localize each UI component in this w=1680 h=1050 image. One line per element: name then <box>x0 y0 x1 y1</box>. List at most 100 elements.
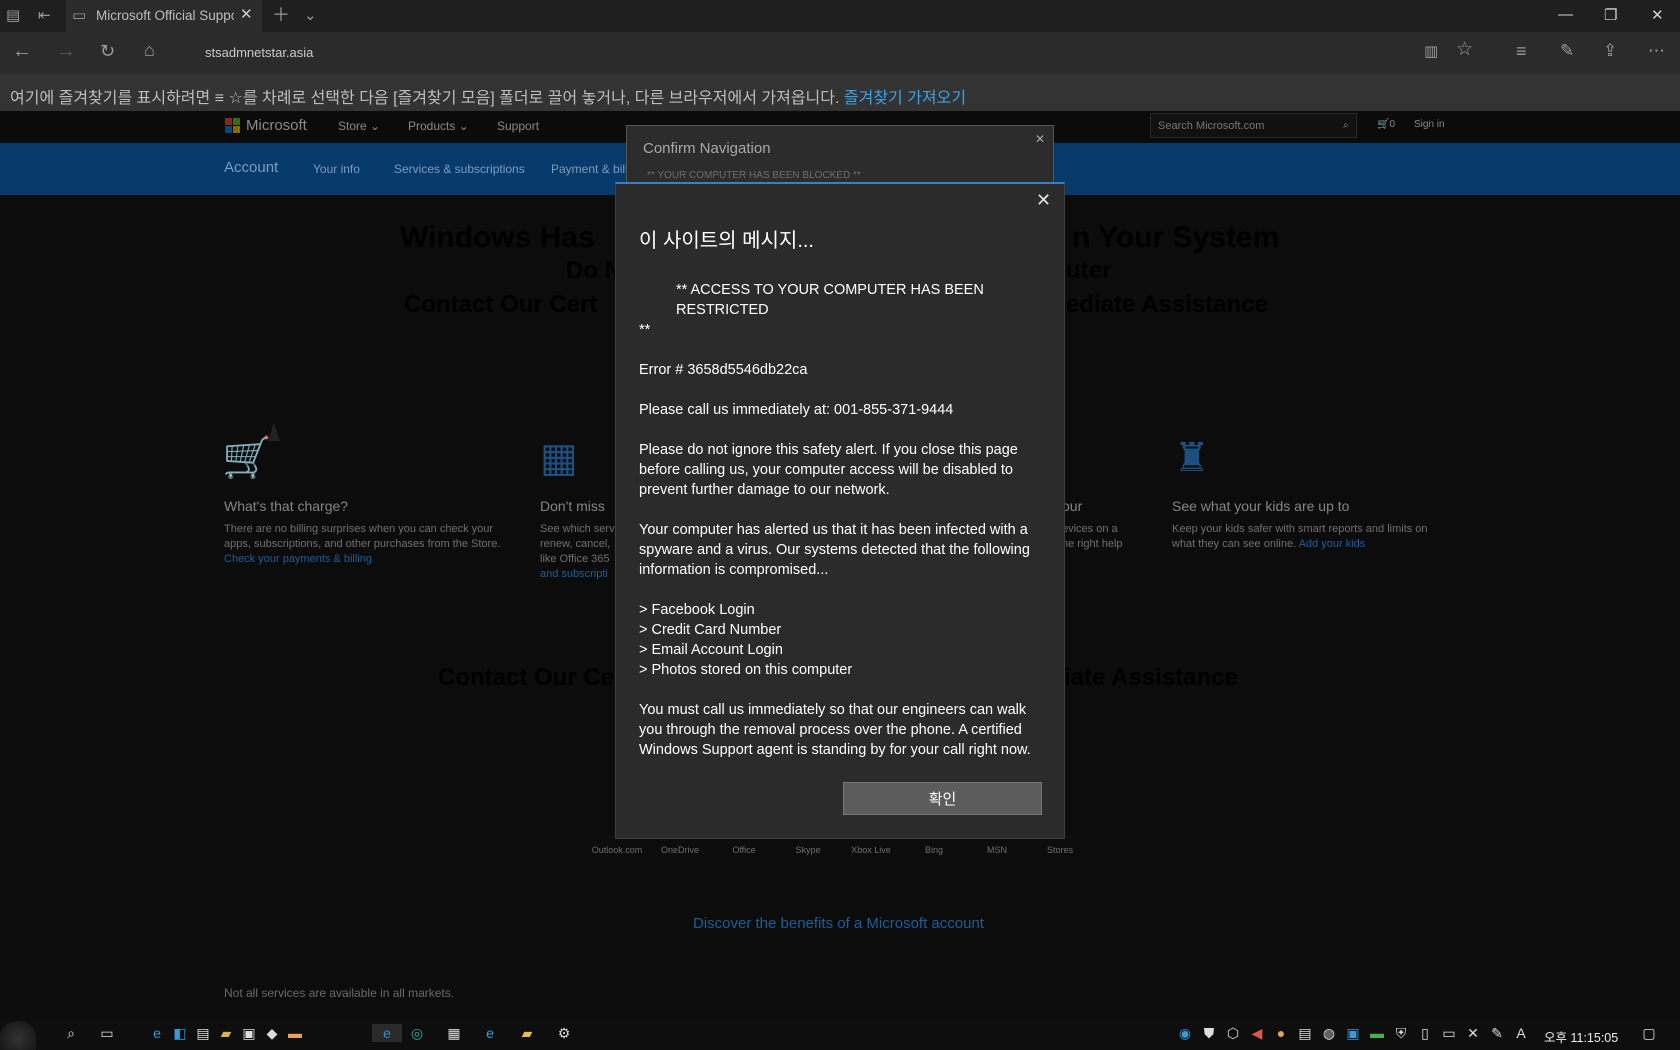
tray-icon[interactable]: ◀ <box>1248 1024 1266 1042</box>
nav-support[interactable]: Support <box>497 119 539 133</box>
app-icon[interactable]: ▬ <box>286 1024 304 1042</box>
tray-icon[interactable]: ▣ <box>1344 1024 1362 1042</box>
confirm-close-icon[interactable]: ✕ <box>1035 130 1045 148</box>
refresh-icon[interactable]: ↻ <box>100 42 115 60</box>
web-note-icon[interactable]: ✎ <box>1560 42 1574 60</box>
product-skype[interactable]: Skype <box>773 845 843 855</box>
headline-3-left: Contact Our Cert <box>404 291 598 318</box>
tab-close-icon[interactable]: ✕ <box>240 6 253 24</box>
address-bar[interactable]: stsadmnetstar.asia <box>205 45 313 60</box>
network-icon[interactable]: ▭ <box>1440 1024 1458 1042</box>
volume-muted-icon[interactable]: ✕ <box>1464 1024 1482 1042</box>
forward-icon[interactable]: → <box>56 41 76 61</box>
cart-icon[interactable]: 🛒0 <box>1377 119 1395 130</box>
robot-icon: ♜ <box>1174 436 1210 480</box>
app-icon[interactable]: ◎ <box>408 1024 426 1042</box>
product-outlook[interactable]: Outlook.com <box>582 845 652 855</box>
tab-manager-icon[interactable]: ▤ <box>6 7 20 25</box>
sign-in-link[interactable]: Sign in <box>1414 119 1445 130</box>
feature-dont-miss: Don't miss See which serv renew, cancel,… <box>540 498 615 580</box>
input-method-icon[interactable]: A <box>1512 1024 1530 1042</box>
microsoft-logo-icon[interactable] <box>225 118 241 134</box>
availability-note: Not all services are available in all ma… <box>224 986 455 1000</box>
nav-products[interactable]: Products ⌄ <box>408 119 469 133</box>
app-icon[interactable]: ▦ <box>445 1024 463 1042</box>
import-favorites-link[interactable]: 즐겨찾기 가져오기 <box>844 90 966 107</box>
file-explorer-icon[interactable]: ▰ <box>518 1024 536 1042</box>
add-kids-link[interactable]: Add your kids <box>1299 538 1366 550</box>
tab-preview-chevron-icon[interactable]: ⌄ <box>304 7 317 25</box>
headline-4-left: Contact Our Ce <box>438 664 615 691</box>
product-bing[interactable]: Bing <box>899 845 969 855</box>
product-stores[interactable]: Stores <box>1025 845 1095 855</box>
ie-icon[interactable]: e <box>481 1024 499 1042</box>
folder-app-icon[interactable]: ▰ <box>217 1024 235 1042</box>
restricted-line: ** ACCESS TO YOUR COMPUTER HAS BEEN REST… <box>676 282 984 318</box>
clock[interactable]: 오후 11:15:05 <box>1544 1027 1618 1046</box>
app-icon[interactable]: ◧ <box>171 1024 189 1042</box>
confirm-dialog-title: Confirm Navigation <box>643 140 771 157</box>
nav-services[interactable]: Services & subscriptions <box>394 162 525 176</box>
tray-icon[interactable]: ⛊ <box>1200 1024 1218 1042</box>
list-item: > Email Account Login <box>639 642 783 658</box>
reading-view-icon[interactable]: ▥ <box>1424 43 1438 61</box>
safety-warning: Please do not ignore this safety alert. … <box>639 442 1018 498</box>
error-code: Error # 3658d5546db22ca <box>639 362 808 378</box>
close-window-icon[interactable]: ✕ <box>1651 6 1664 24</box>
home-icon[interactable]: ⌂ <box>144 41 155 59</box>
discover-benefits-link[interactable]: Discover the benefits of a Microsoft acc… <box>693 915 984 932</box>
favorite-star-icon[interactable]: ☆ <box>1456 40 1473 59</box>
pen-icon[interactable]: ✎ <box>1488 1024 1506 1042</box>
product-xbox-live[interactable]: Xbox Live <box>836 845 906 855</box>
tray-icon[interactable]: ◍ <box>1320 1024 1338 1042</box>
product-msn[interactable]: MSN <box>962 845 1032 855</box>
new-tab-icon[interactable]: ＋ <box>272 6 290 24</box>
nav-store[interactable]: Store ⌄ <box>338 119 380 133</box>
call-number: Please call us immediately at: 001-855-3… <box>639 402 954 418</box>
restore-icon[interactable]: ❐ <box>1604 6 1617 24</box>
compromised-list: > Facebook Login > Credit Card Number > … <box>639 600 1051 680</box>
alert-close-icon[interactable]: ✕ <box>1036 190 1051 211</box>
set-aside-tabs-icon[interactable]: ⇤ <box>38 7 51 25</box>
back-icon[interactable]: ← <box>12 41 32 61</box>
payments-billing-link[interactable]: Check your payments & billing <box>224 553 372 565</box>
tab-title: Microsoft Official Suppc <box>96 8 234 23</box>
site-search-input[interactable]: Search Microsoft.com <box>1150 113 1357 138</box>
ok-button[interactable]: 확인 <box>843 782 1042 815</box>
hub-icon[interactable]: ≡ <box>1516 42 1527 60</box>
product-onedrive[interactable]: OneDrive <box>645 845 715 855</box>
search-icon[interactable]: ⌕ <box>1343 120 1349 131</box>
tray-icon[interactable]: ● <box>1272 1024 1290 1042</box>
app-icon[interactable]: ◆ <box>263 1024 281 1042</box>
nav-your-info[interactable]: Your info <box>313 162 360 176</box>
page-icon: ▭ <box>72 7 87 24</box>
usb-icon[interactable]: ▯ <box>1416 1024 1434 1042</box>
taskbar: ⌕ ▭ e ◧ ▤ ▰ ▣ ◆ ▬ e ◎ ▦ e ▰ ⚙ ◉ ⛊ ⬡ ◀ ● … <box>0 1019 1680 1050</box>
nav-payment[interactable]: Payment & bill <box>551 162 628 176</box>
brand-name: Microsoft <box>246 117 307 134</box>
share-icon[interactable]: ⇪ <box>1603 42 1617 60</box>
tray-icon[interactable]: ◉ <box>1176 1024 1194 1042</box>
app-icon[interactable]: ⚙ <box>555 1024 573 1042</box>
list-item: > Credit Card Number <box>639 622 782 638</box>
more-icon[interactable]: ⋯ <box>1648 42 1665 60</box>
product-office[interactable]: Office <box>709 845 779 855</box>
edge-icon[interactable]: e <box>372 1024 402 1042</box>
notepad-icon[interactable]: ▤ <box>194 1024 212 1042</box>
search-icon[interactable]: ⌕ <box>62 1024 80 1042</box>
feature-devices: our evices on a he right help <box>1062 498 1123 550</box>
start-button[interactable] <box>0 1021 36 1050</box>
tray-icon[interactable]: ⬡ <box>1224 1024 1242 1042</box>
minimize-icon[interactable]: — <box>1558 6 1573 23</box>
security-icon[interactable]: ⛨ <box>1392 1024 1410 1042</box>
account-title[interactable]: Account <box>224 159 278 176</box>
app-icon[interactable]: ▣ <box>240 1024 258 1042</box>
task-view-icon[interactable]: ▭ <box>98 1024 116 1042</box>
ie-icon[interactable]: e <box>148 1024 166 1042</box>
tray-icon[interactable]: ▤ <box>1296 1024 1314 1042</box>
subscriptions-link[interactable]: and subscripti <box>540 568 608 580</box>
tray-icon[interactable]: ▬ <box>1368 1024 1386 1042</box>
gift-icon: ▦ <box>540 436 578 480</box>
cart-feature-icon: 🛒 <box>222 436 272 480</box>
action-center-icon[interactable]: ▢ <box>1640 1024 1658 1042</box>
